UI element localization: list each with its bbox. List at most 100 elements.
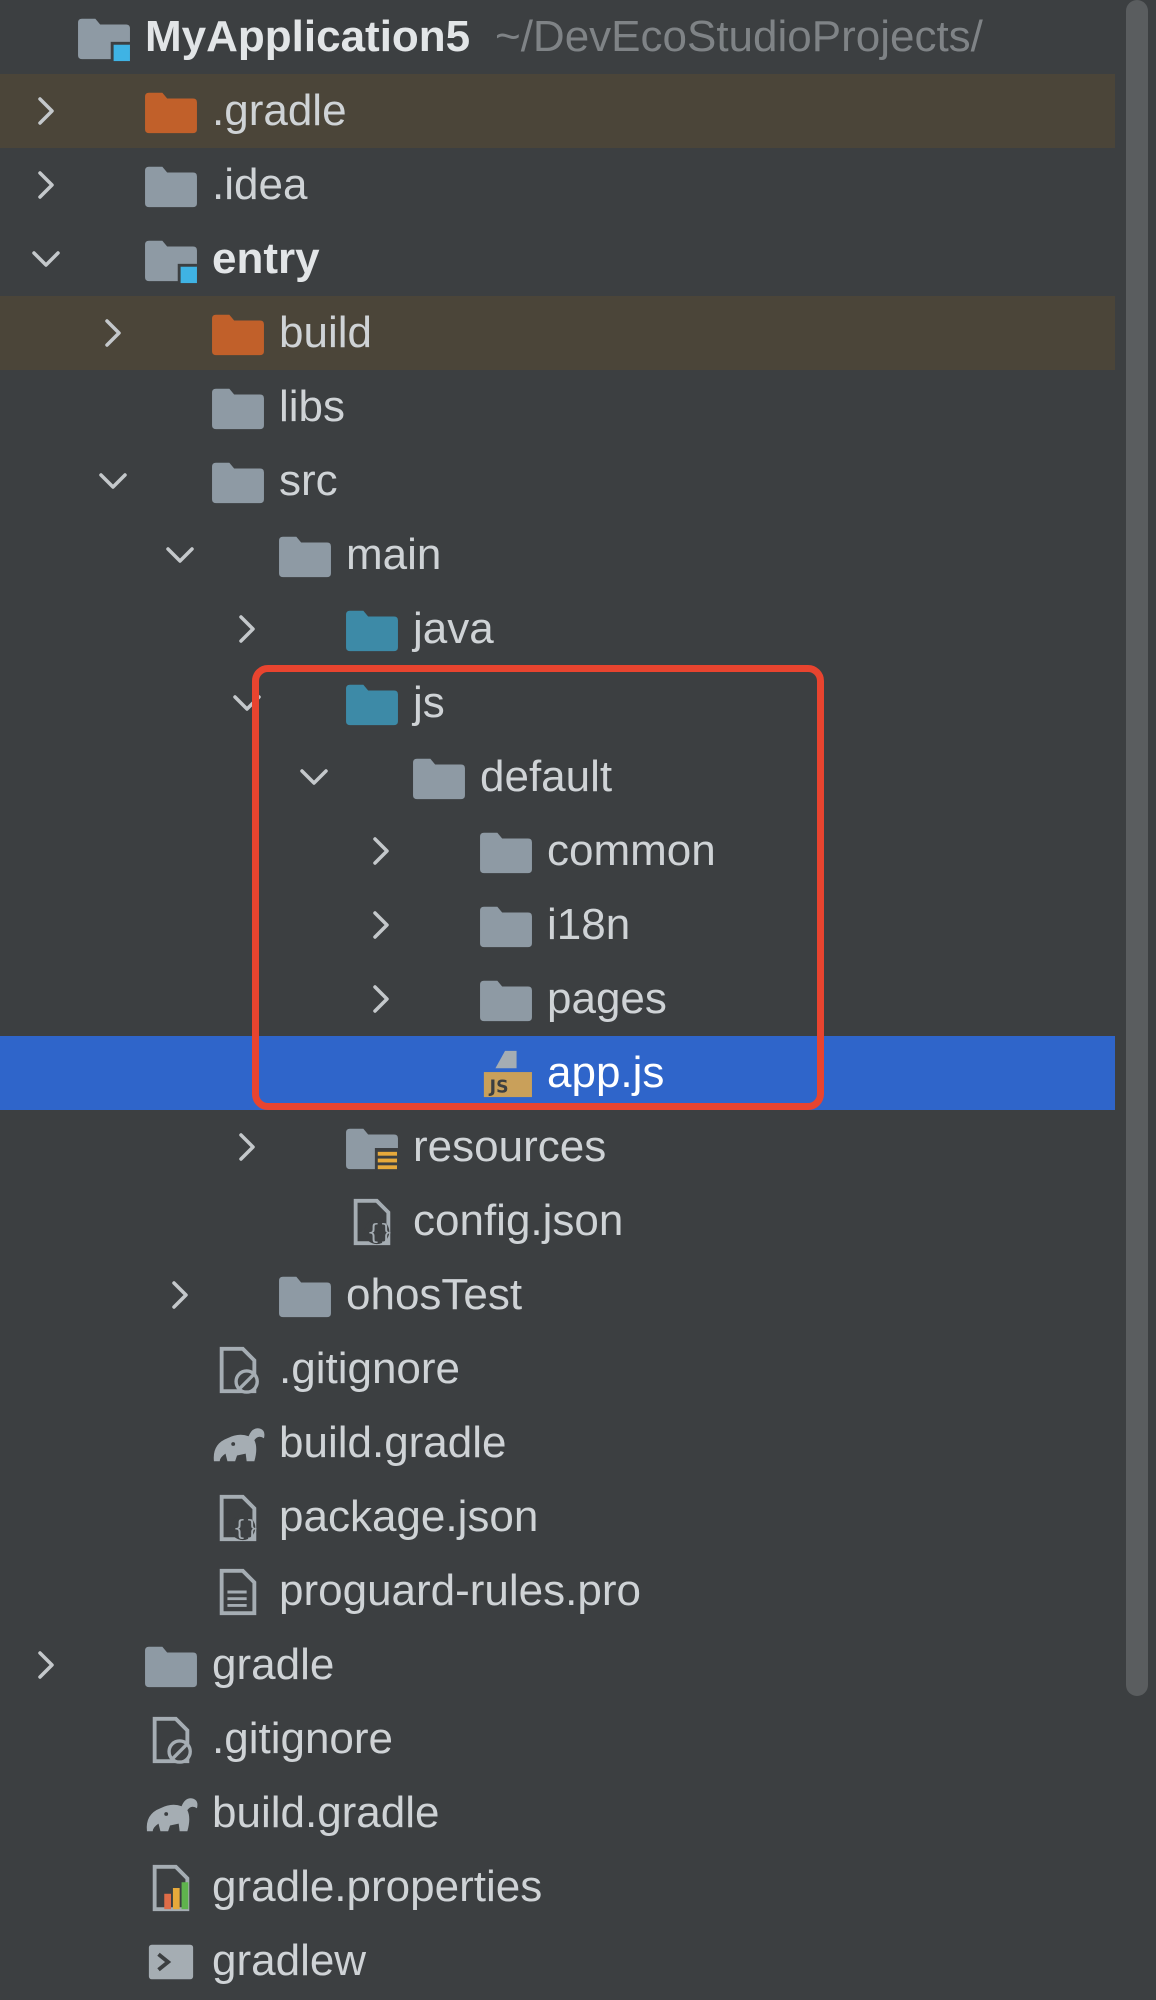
gradle-elephant-icon	[146, 1798, 198, 1832]
resources-folder-icon	[346, 1128, 398, 1172]
tree-item-label: build.gradle	[212, 1788, 440, 1837]
tree-item-common[interactable]: common	[0, 814, 1115, 888]
folder-icon	[413, 758, 465, 800]
folder-icon	[212, 462, 264, 504]
tree-item-gradle-dot[interactable]: .gradle	[0, 74, 1115, 148]
tree-item-js[interactable]: js	[0, 666, 1115, 740]
tree-item-label: app.js	[547, 1048, 665, 1097]
tree-item-label: gradlew	[212, 1936, 367, 1985]
module-folder-icon	[78, 18, 130, 62]
tree-item-myapplication5[interactable]: MyApplication5 ~/DevEcoStudioProjects/	[0, 0, 1115, 74]
folder-icon	[279, 1276, 331, 1318]
tree-item-idea[interactable]: .idea	[0, 148, 1115, 222]
chevron-right-icon[interactable]	[30, 1649, 62, 1681]
excluded-folder-icon	[212, 314, 264, 356]
js-file-icon: JS	[483, 1050, 532, 1097]
chevron-right-icon[interactable]	[365, 983, 397, 1015]
chevron-right-icon[interactable]	[97, 317, 129, 349]
scrollbar-thumb[interactable]	[1126, 0, 1148, 1696]
tree-item-build[interactable]: build	[0, 296, 1115, 370]
tree-item-label: src	[279, 456, 338, 505]
chevron-down-icon[interactable]	[30, 243, 62, 275]
tree-item-src[interactable]: src	[0, 444, 1115, 518]
tree-item-label: js	[413, 678, 445, 727]
tree-item-label: entry	[212, 234, 320, 283]
chevron-right-icon[interactable]	[164, 1279, 196, 1311]
tree-item-gradle[interactable]: gradle	[0, 1628, 1115, 1702]
tree-item-proguard-rules[interactable]: proguard-rules.pro	[0, 1554, 1115, 1628]
tree-item-app-js[interactable]: JS app.js	[0, 1036, 1115, 1110]
tree-item-label: main	[346, 530, 442, 579]
tree-item-label: package.json	[279, 1492, 539, 1541]
gitignore-file-icon	[152, 1716, 192, 1764]
tree-item-gradlew[interactable]: gradlew	[0, 1924, 1115, 1998]
chevron-right-icon[interactable]	[231, 613, 263, 645]
tree-item-label: config.json	[413, 1196, 624, 1245]
properties-file-icon	[152, 1864, 190, 1912]
gitignore-file-icon	[219, 1346, 259, 1394]
tree-item-config-json[interactable]: {} config.json	[0, 1184, 1115, 1258]
source-folder-icon	[346, 610, 398, 652]
tree-item-label: .idea	[212, 160, 308, 209]
tree-item-label: i18n	[547, 900, 631, 949]
tree-item-label: .gradle	[212, 86, 347, 135]
tree-item-main[interactable]: main	[0, 518, 1115, 592]
gradle-elephant-icon	[213, 1428, 265, 1462]
tree-item-gradle-properties[interactable]: gradle.properties	[0, 1850, 1115, 1924]
tree-item-entry-gitignore[interactable]: .gitignore	[0, 1332, 1115, 1406]
tree-item-default[interactable]: default	[0, 740, 1115, 814]
chevron-down-icon[interactable]	[231, 687, 263, 719]
tree-item-root-build-gradle[interactable]: build.gradle	[0, 1776, 1115, 1850]
project-path-hint: ~/DevEcoStudioProjects/	[495, 12, 983, 61]
tree-item-label: .gitignore	[212, 1714, 394, 1763]
tree-item-label: pages	[547, 974, 667, 1023]
tree-item-i18n[interactable]: i18n	[0, 888, 1115, 962]
folder-icon	[480, 980, 532, 1022]
tree-item-label: java	[413, 604, 494, 653]
chevron-down-icon[interactable]	[298, 761, 330, 793]
folder-icon	[212, 388, 264, 430]
chevron-right-icon[interactable]	[365, 909, 397, 941]
module-folder-icon	[145, 240, 197, 284]
tree-item-label: gradle.properties	[212, 1862, 543, 1911]
tree-item-label: default	[480, 752, 613, 801]
tree-item-label: .gitignore	[279, 1344, 461, 1393]
svg-text:{}: {}	[233, 1515, 258, 1540]
text-file-icon	[219, 1568, 257, 1616]
svg-text:JS: JS	[489, 1077, 509, 1097]
folder-icon	[145, 166, 197, 208]
chevron-down-icon[interactable]	[97, 465, 129, 497]
tree-item-label: proguard-rules.pro	[279, 1566, 641, 1615]
folder-icon	[480, 832, 532, 874]
json-file-icon: {}	[219, 1494, 259, 1542]
folder-icon	[145, 1646, 197, 1688]
svg-text:{}: {}	[367, 1219, 392, 1244]
tree-item-java[interactable]: java	[0, 592, 1115, 666]
tree-item-package-json[interactable]: {} package.json	[0, 1480, 1115, 1554]
tree-item-libs[interactable]: libs	[0, 370, 1115, 444]
source-folder-icon	[346, 684, 398, 726]
tree-item-entry[interactable]: entry	[0, 222, 1115, 296]
tree-item-label: gradle	[212, 1640, 335, 1689]
excluded-folder-icon	[145, 92, 197, 134]
tree-item-resources[interactable]: resources	[0, 1110, 1115, 1184]
chevron-down-icon[interactable]	[164, 539, 196, 571]
tree-item-label: MyApplication5	[145, 12, 471, 61]
chevron-right-icon[interactable]	[231, 1131, 263, 1163]
tree-item-entry-build-gradle[interactable]: build.gradle	[0, 1406, 1115, 1480]
tree-item-ohostest[interactable]: ohosTest	[0, 1258, 1115, 1332]
tree-item-label: common	[547, 826, 716, 875]
chevron-right-icon[interactable]	[30, 169, 62, 201]
tree-item-label: resources	[413, 1122, 607, 1171]
project-tree: MyApplication5 ~/DevEcoStudioProjects/ .gr…	[0, 0, 1115, 2000]
chevron-right-icon[interactable]	[365, 835, 397, 867]
tree-item-root-gitignore[interactable]: .gitignore	[0, 1702, 1115, 1776]
tree-item-label: libs	[279, 382, 346, 431]
tree-item-pages[interactable]: pages	[0, 962, 1115, 1036]
chevron-right-icon[interactable]	[30, 95, 62, 127]
folder-icon	[480, 906, 532, 948]
tree-item-label: build	[279, 308, 372, 357]
shell-script-icon	[148, 1944, 194, 1980]
json-file-icon: {}	[353, 1198, 393, 1246]
tree-item-label: ohosTest	[346, 1270, 523, 1319]
